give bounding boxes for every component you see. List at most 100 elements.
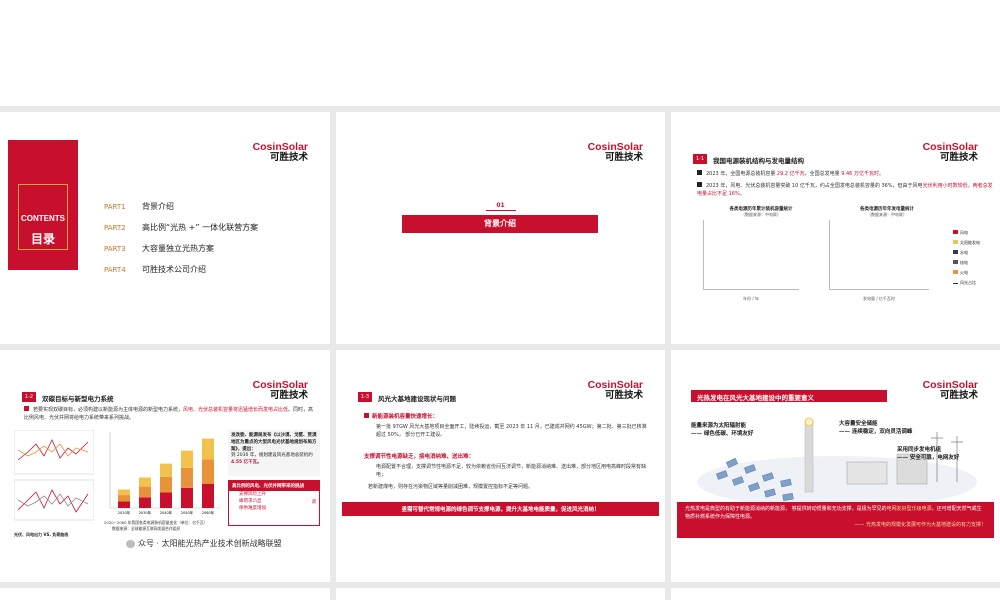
wechat-icon <box>126 539 135 548</box>
challenge-item: 峰荷求凸显 <box>239 499 262 504</box>
chart-legend: 风电 太阳能发电 水电 核电 火电 风光占比 <box>953 228 980 288</box>
chart1-xlabel: 年份 / 年 <box>743 296 759 301</box>
challenge-box: 高比例的风电、光伏并网带来的挑战 支撑风险上升 峰荷求凸显 保供难度增加 调 <box>228 480 320 526</box>
capacity-bar-segment <box>160 463 172 477</box>
capacity-year-label: 2060年 <box>202 510 215 515</box>
callout-generator: 采用同步发电机组 —— 安全可靠，电网友好 <box>897 447 960 462</box>
capacity-bar-segment <box>181 467 193 488</box>
capacity-chart: 2020年 2030年 2040年 2050年 2060年 <box>109 432 220 515</box>
section-number: 01 <box>496 202 505 209</box>
chart2-subtitle: （数据来源：中电联） <box>867 212 907 217</box>
slide-contents[interactable]: CosinSolar 可胜技术 CONTENTS 目录 PART1 背景介绍 P… <box>0 112 330 344</box>
bullet-2: 2023 年，风电、光伏总装机容量突破 10 亿千瓦，约占全国发电总装机容量的 … <box>697 182 993 197</box>
slide-title: 风光大基地建设现状与问题 <box>378 395 456 403</box>
challenge-item: 支撑风险上升 <box>239 492 266 497</box>
legend-item: 风光占比 <box>953 278 980 288</box>
part-title: 大容量独立光热方案 <box>142 244 214 253</box>
section-divider <box>486 210 516 211</box>
slide-bottom-partial-2[interactable] <box>336 588 665 600</box>
capacity-bar-segment <box>202 438 214 460</box>
paragraph-2a: 电源配置不合理，支撑调节性电源不足，较为依赖省份间互济调节，新能源消纳难、送出难… <box>376 464 647 478</box>
slide-power-structure[interactable]: CosinSolar 可胜技术 1-1 我国电源装机结构与发电量结构 2023 … <box>671 112 1000 344</box>
brand-logo: CosinSolar 可胜技术 <box>253 141 308 164</box>
legend-item: 太阳能发电 <box>953 238 980 248</box>
legend-item: 火电 <box>953 268 980 278</box>
capacity-bar-segment <box>202 459 214 484</box>
brand-logo: CosinSolar 可胜技术 <box>253 379 308 402</box>
brand-cn: 可胜技术 <box>604 390 643 402</box>
chart2-xlabel: 发电量 / 亿千瓦时 <box>863 296 895 301</box>
slide-csp-significance[interactable]: CosinSolar 可胜技术 光热发电在风光大基地建设中的重要意义 能量来源为… <box>671 350 1000 582</box>
section-tag: 1-1 <box>693 154 707 164</box>
part-number: PART1 <box>104 202 126 211</box>
contents-label-en: CONTENTS <box>21 214 65 223</box>
challenge-title: 高比例的风电、光伏并网带来的挑战 <box>229 481 319 491</box>
heading-2: 支撑调节性电源缺乏，接电消纳难、送出难： <box>364 454 475 460</box>
slide-dual-carbon[interactable]: CosinSolar 可胜技术 1-2 双碳目标与新型电力系统 若要实现双碳目标… <box>0 350 330 582</box>
contents-item[interactable]: PART1 背景介绍 <box>104 196 324 217</box>
chart2 <box>829 220 929 290</box>
capacity-year-label: 2040年 <box>160 510 173 515</box>
part-number: PART3 <box>104 244 126 253</box>
part-title: 背景介绍 <box>142 202 174 211</box>
summary-box: 光热发电是典型的有助于新能源消纳的新能源， 够提供转动惯量和无功支撑，是极为罕见… <box>677 502 994 538</box>
capacity-bar-segment <box>118 489 130 496</box>
policy-box: 发改委、能源局发布《以沙漠、戈壁、荒漠地区为重点的大型风电光伏基地规划布局方案》… <box>228 430 320 476</box>
capacity-bar-segment <box>139 486 151 498</box>
conclusion-text: 亟需可替代常规电源的绿色调节支撑电源，提升大基地电能质量，促进风光消纳！ <box>401 507 600 513</box>
brand-cn: 可胜技术 <box>939 152 978 164</box>
part-title: 高比例“光热 +” 一体化联营方案 <box>142 223 259 232</box>
contents-item[interactable]: PART4 可胜技术公司介绍 <box>104 259 324 280</box>
paragraph-1: 第一批 97GW 风光大基地项目全面开工，陆续投运，截至 2023 年 11 月… <box>376 424 647 438</box>
bullet-1: 2023 年，全国电源总装机容量 29.2 亿千瓦，全国总发电量 9.46 万亿… <box>697 170 993 179</box>
capacity-year-label: 2020年 <box>118 510 131 515</box>
chart2-bars <box>832 220 927 289</box>
capacity-bar-segment <box>160 476 172 493</box>
brand-cn: 可胜技术 <box>269 390 308 402</box>
slide-title: 我国电源装机结构与发电量结构 <box>713 157 804 165</box>
slide-top-partial[interactable] <box>0 0 1000 106</box>
slide-title: 光热发电在风光大基地建设中的重要意义 <box>697 394 814 402</box>
contents-panel: CONTENTS 目录 <box>8 140 78 270</box>
capacity-year-label: 2050年 <box>181 510 194 515</box>
contents-item[interactable]: PART3 大容量独立光热方案 <box>104 238 324 259</box>
legend-item: 风电 <box>953 228 980 238</box>
challenge-side: 调 <box>311 500 317 505</box>
challenge-item: 保供难度增加 <box>239 506 266 511</box>
heading-1: 新能源装机容量快速增长： <box>364 412 438 420</box>
brand-logo: CosinSolar 可胜技术 <box>588 379 643 402</box>
brand-cn: 可胜技术 <box>604 152 643 164</box>
callout-storage: 大容量安全储能 —— 连续稳定，双向灵活调峰 <box>839 421 913 436</box>
capacity-bar-segment <box>118 495 130 502</box>
contents-item[interactable]: PART2 高比例“光热 +” 一体化联营方案 <box>104 217 324 238</box>
capacity-bar-segment <box>139 477 151 487</box>
contents-label-cn: 目录 <box>30 232 55 246</box>
slide-title: 双碳目标与新型电力系统 <box>42 395 114 403</box>
section-tag: 1-2 <box>22 392 36 402</box>
contents-list: PART1 背景介绍 PART2 高比例“光热 +” 一体化联营方案 PART3… <box>104 196 324 280</box>
caption-right-source: 数据来源：全球能源互联网发展合作组织 <box>112 526 181 531</box>
watermark: 众号 · 太阳能光热产业技术创新战略联盟 <box>126 538 282 549</box>
brand-logo: CosinSolar 可胜技术 <box>923 141 978 164</box>
capacity-bar-segment <box>139 497 151 508</box>
slide-section-01[interactable]: CosinSolar 可胜技术 01 背景介绍 <box>336 112 665 344</box>
load-curve-chart <box>14 430 94 521</box>
brand-logo: CosinSolar 可胜技术 <box>923 379 978 401</box>
brand-cn: 可胜技术 <box>269 152 308 164</box>
legend-item: 水电 <box>953 248 980 258</box>
callout-green-energy: 能量来源为太阳辐射能 —— 绿色低碳、环境友好 <box>691 423 754 438</box>
caption-left: 光伏、风电出力 VS. 负荷曲线 <box>14 532 69 537</box>
paragraph-2b: 若新建煤电，则存在污染物区域等量削减困难，规模置控指标不足等问题。 <box>368 484 534 490</box>
capacity-bar-segment <box>181 450 193 468</box>
intro-bullet: 若要实现双碳目标，必须构建以新能源为主体电源的新型电力系统，风电、光伏总装机容量… <box>24 406 314 421</box>
slide-bottom-partial-1[interactable] <box>0 588 330 600</box>
slide-bottom-partial-3[interactable] <box>671 588 1000 600</box>
part-number: PART2 <box>104 223 126 232</box>
capacity-bar-segment <box>160 492 172 508</box>
brand-logo: CosinSolar 可胜技术 <box>588 141 643 164</box>
section-title: 背景介绍 <box>484 219 516 228</box>
section-tag: 1-3 <box>358 392 372 402</box>
capacity-bar-segment <box>202 483 214 508</box>
capacity-bar-segment <box>118 501 130 508</box>
slide-base-construction[interactable]: CosinSolar 可胜技术 1-3 风光大基地建设现状与问题 新能源装机容量… <box>336 350 665 582</box>
